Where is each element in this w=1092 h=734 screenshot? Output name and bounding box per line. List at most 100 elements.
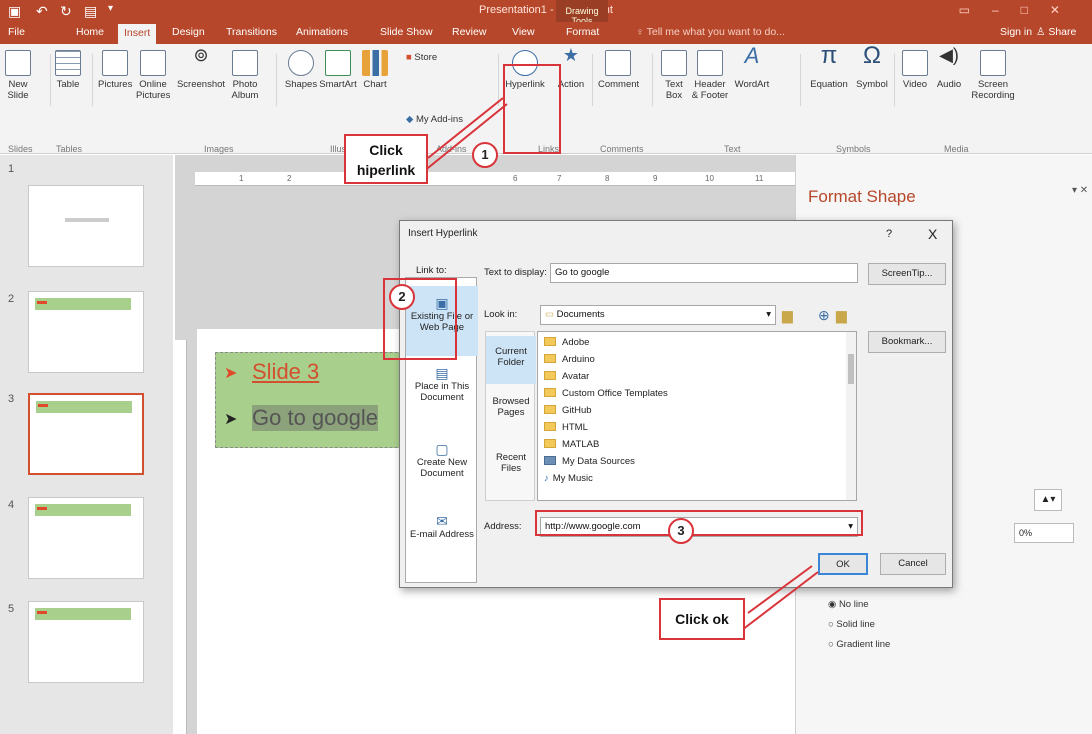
video-button[interactable]: Video — [900, 50, 930, 90]
table-button[interactable]: Table — [54, 50, 82, 90]
close-button[interactable]: X — [928, 226, 937, 242]
link-email-address[interactable]: ✉ E-mail Address — [406, 514, 478, 540]
omega-icon: Ω — [863, 42, 881, 69]
ok-button[interactable]: OK — [818, 553, 868, 575]
gradient-line-label: Gradient line — [836, 639, 891, 650]
wordart-button[interactable]: A WordArt — [732, 45, 772, 91]
smartart-button[interactable]: SmartArt — [318, 50, 358, 90]
share-button[interactable]: ♙ Share — [1036, 26, 1076, 38]
screentip-button[interactable]: ScreenTip... — [868, 263, 946, 285]
nav-current-folder[interactable]: Current Folder — [486, 336, 536, 384]
photo-album-label: Photo Album — [231, 79, 259, 101]
tab-design[interactable]: Design — [172, 26, 205, 38]
file-list: Adobe Arduino Avatar Custom Office Templ… — [537, 331, 857, 501]
store-button[interactable]: ■ Store — [406, 52, 450, 63]
transparency-field[interactable]: 0% — [1014, 523, 1074, 543]
bullet-text-slide3[interactable]: Slide 3 — [252, 359, 319, 385]
group-symbols: Symbols — [836, 144, 871, 154]
list-item[interactable]: ♪ My Music — [544, 472, 593, 486]
screen-recording-label: Screen Recording — [971, 79, 1015, 101]
slide-thumbnail[interactable] — [28, 497, 144, 579]
tab-format[interactable]: Format — [566, 26, 599, 38]
screen-recording-button[interactable]: Screen Recording — [968, 50, 1018, 101]
cancel-button[interactable]: Cancel — [880, 553, 946, 575]
ruler-tick: 11 — [755, 174, 764, 183]
slide-thumbnail[interactable] — [28, 291, 144, 373]
group-text: Text — [724, 144, 741, 154]
browse-file-icon[interactable]: ▆ — [836, 307, 847, 324]
bullet-text-google[interactable]: Go to google — [252, 405, 378, 431]
sign-in-link[interactable]: Sign in — [1000, 26, 1032, 38]
header-footer-button[interactable]: Header & Footer — [690, 50, 730, 101]
file-name: HTML — [562, 422, 588, 433]
radio-no-line[interactable]: ◉ No line — [828, 599, 869, 610]
bookmark-button[interactable]: Bookmark... — [868, 331, 946, 353]
slide-thumbnail[interactable] — [28, 185, 144, 267]
pane-close-icon[interactable]: ▾ ✕ — [1072, 185, 1088, 196]
file-list-scrollbar[interactable] — [846, 332, 856, 500]
window-controls[interactable]: ▭‒□✕ — [959, 3, 1082, 17]
tab-transitions[interactable]: Transitions — [226, 26, 277, 38]
slide-thumbnail-selected[interactable] — [28, 393, 144, 475]
vertical-ruler[interactable] — [175, 340, 187, 734]
list-item[interactable]: GitHub — [544, 404, 592, 418]
tab-file[interactable]: File — [8, 26, 25, 38]
list-item[interactable]: My Data Sources — [544, 455, 635, 469]
list-item[interactable]: Avatar — [544, 370, 589, 384]
nav-browsed-pages[interactable]: Browsed Pages — [486, 396, 536, 418]
look-in-select[interactable]: ▭ Documents ▾ — [540, 305, 776, 325]
pictures-button[interactable]: Pictures — [98, 50, 132, 90]
browse-web-icon[interactable]: ⊕ — [818, 307, 830, 324]
equation-button[interactable]: π Equation — [806, 42, 852, 91]
photo-album-button[interactable]: Photo Album — [228, 50, 262, 101]
list-item[interactable]: Adobe — [544, 336, 589, 350]
tab-review[interactable]: Review — [452, 26, 486, 38]
tab-insert[interactable]: Insert — [118, 24, 157, 44]
list-item[interactable]: HTML — [544, 421, 588, 435]
my-addins-icon: ◆ — [406, 114, 416, 125]
horizontal-ruler[interactable]: 1 2 6 7 8 9 10 11 — [195, 172, 795, 186]
ruler-tick: 7 — [557, 174, 562, 183]
text-to-display-input[interactable]: Go to google — [550, 263, 858, 283]
tell-me-box[interactable]: ♀ Tell me what you want to do... — [636, 26, 785, 38]
pictures-icon — [102, 50, 128, 76]
list-item[interactable]: Arduino — [544, 353, 595, 367]
shapes-button[interactable]: Shapes — [284, 50, 318, 90]
symbol-button[interactable]: Ω Symbol — [852, 42, 892, 91]
folder-icon — [544, 371, 556, 380]
list-item[interactable]: Custom Office Templates — [544, 387, 668, 401]
pi-icon: π — [820, 42, 838, 69]
link-place-in-document[interactable]: ▤ Place in This Document — [406, 366, 478, 403]
audio-button[interactable]: ◀) Audio — [934, 46, 964, 90]
audio-label: Audio — [936, 79, 962, 90]
nav-recent-files[interactable]: Recent Files — [486, 452, 536, 474]
new-slide-button[interactable]: New Slide — [4, 50, 32, 101]
screenshot-button[interactable]: ⊚ Screenshot — [176, 46, 226, 90]
video-label: Video — [902, 79, 928, 90]
radio-solid-line[interactable]: ○ Solid line — [828, 619, 875, 630]
list-item[interactable]: MATLAB — [544, 438, 599, 452]
color-picker-button[interactable]: ▲▾ — [1034, 489, 1062, 511]
text-box-button[interactable]: Text Box — [660, 50, 688, 101]
tab-slide-show[interactable]: Slide Show — [380, 26, 433, 38]
chart-button[interactable]: Chart — [360, 50, 390, 90]
folder-icon — [544, 354, 556, 363]
online-pictures-button[interactable]: Online Pictures — [136, 50, 170, 101]
video-icon — [902, 50, 928, 76]
tab-animations[interactable]: Animations — [296, 26, 348, 38]
up-folder-icon[interactable]: ▆ — [782, 307, 793, 324]
thumbnail-shape — [35, 298, 131, 310]
help-button[interactable]: ? — [886, 228, 892, 240]
group-addins: Add-ins — [436, 144, 467, 154]
link-create-new-document[interactable]: ▢ Create New Document — [406, 442, 478, 479]
tab-home[interactable]: Home — [76, 26, 104, 38]
scrollbar-thumb[interactable] — [848, 354, 854, 384]
slide-number: 4 — [8, 499, 15, 511]
ribbon-tabs: File Home Insert Design Transitions Anim… — [0, 22, 1092, 44]
my-addins-button[interactable]: ◆ My Add-ins — [406, 114, 476, 125]
comment-button[interactable]: Comment — [598, 50, 639, 90]
slide-thumbnail[interactable] — [28, 601, 144, 683]
tab-view[interactable]: View — [512, 26, 535, 38]
radio-gradient-line[interactable]: ○ Gradient line — [828, 639, 890, 650]
thumbnail-shape — [36, 401, 132, 413]
